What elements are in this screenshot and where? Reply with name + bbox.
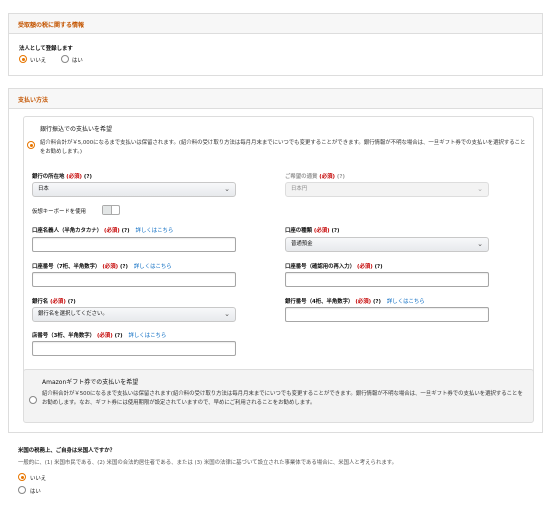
corp-no-radio[interactable] (19, 55, 27, 63)
gift-card-option[interactable]: Amazonギフト券での支払いを希望 紹介料合計が￥500になるまで支払いは保留… (23, 369, 534, 423)
us-yes-radio[interactable] (18, 486, 26, 494)
payment-method-panel: 支払い方法 銀行振込での支払いを希望 紹介料合計が￥5,000になるまで支払いは… (8, 88, 543, 433)
chevron-down-icon: ⌄ (477, 240, 483, 248)
us-person-note: 一般的に、(1) 米国市民である、(2) 米国の合法的居住者である、または (3… (18, 460, 397, 466)
currency-select: 日本円 ⌄ (285, 182, 489, 197)
account-number-confirm-input[interactable] (285, 272, 489, 287)
bank-transfer-option[interactable]: 銀行振込での支払いを希望 紹介料合計が￥5,000になるまで支払いは保留されます… (23, 116, 534, 376)
branch-number-details-link[interactable]: 詳しくはこちら (129, 333, 167, 339)
gift-card-desc: 紹介料合計が￥500になるまで支払いは保留されます(紹介料の受け取り方法は毎月月… (42, 391, 523, 406)
virtual-keyboard-label: 仮想キーボードを使用 (32, 209, 86, 215)
currency-label: ご希望の通貨 (必須) (?) (285, 174, 345, 180)
bank-name-label: 銀行名 (必須) (?) (32, 299, 76, 305)
account-type-label: 口座の種類 (必須) (?) (285, 228, 340, 234)
us-no-label[interactable]: いいえ (30, 474, 46, 482)
corp-yes-radio[interactable] (61, 55, 69, 63)
bank-name-select[interactable]: 銀行名を選択してください。 ⌄ (32, 307, 236, 322)
corp-question: 法人として登録します (19, 46, 73, 52)
us-no-radio[interactable] (18, 473, 26, 481)
chevron-down-icon: ⌄ (224, 310, 230, 318)
chevron-down-icon: ⌄ (477, 185, 483, 193)
bank-country-label: 銀行の所在地 (必須) (?) (32, 174, 92, 180)
chevron-down-icon: ⌄ (224, 185, 230, 193)
gift-card-radio[interactable] (29, 396, 37, 404)
bank-transfer-heading: 銀行振込での支払いを希望 (40, 126, 113, 133)
account-number-input[interactable] (32, 272, 236, 287)
bank-transfer-desc: 紹介料合計が￥5,000になるまで支払いは保留されます。(紹介料の受け取り方法は… (40, 140, 526, 155)
account-number-label: 口座番号（7桁、半角数字） (必須) (?) 詳しくはこちら (32, 264, 172, 270)
bank-country-value: 日本 (38, 186, 49, 192)
account-holder-details-link[interactable]: 詳しくはこちら (136, 228, 174, 234)
payment-method-header: 支払い方法 (9, 89, 542, 109)
bank-transfer-radio[interactable] (27, 141, 35, 149)
virtual-keyboard-toggle[interactable] (102, 205, 120, 215)
us-person-question: 米国の税務上、ご自身は米国人ですか？ (18, 448, 116, 454)
account-type-value: 普通預金 (291, 241, 313, 247)
account-holder-input[interactable] (32, 237, 236, 252)
tax-info-header: 受取額の税に関する情報 (9, 14, 542, 34)
corp-yes-label[interactable]: はい (72, 56, 83, 64)
us-yes-label[interactable]: はい (30, 487, 41, 495)
bank-country-select[interactable]: 日本 ⌄ (32, 182, 236, 197)
account-holder-label: 口座名義人（半角カタカナ） (必須) (?) 詳しくはこちら (32, 228, 174, 234)
tax-info-panel: 受取額の税に関する情報 法人として登録します いいえ はい (8, 13, 543, 76)
bank-code-input[interactable] (285, 307, 489, 322)
payment-method-title: 支払い方法 (18, 97, 49, 104)
toggle-knob (103, 206, 112, 214)
account-number-details-link[interactable]: 詳しくはこちら (134, 264, 172, 270)
corp-no-label[interactable]: いいえ (30, 56, 46, 64)
gift-card-heading: Amazonギフト券での支払いを希望 (42, 379, 139, 386)
branch-number-label: 店番号（3桁、半角数字） (必須) (?) 詳しくはこちら (32, 333, 167, 339)
account-type-select[interactable]: 普通預金 ⌄ (285, 237, 489, 252)
currency-value: 日本円 (291, 186, 308, 192)
bank-name-placeholder: 銀行名を選択してください。 (38, 311, 108, 317)
account-number-confirm-label: 口座番号（確認用の再入力） (必須) (?) (285, 264, 383, 270)
tax-info-title: 受取額の税に関する情報 (18, 22, 85, 29)
bank-code-details-link[interactable]: 詳しくはこちら (387, 299, 425, 305)
bank-code-label: 銀行番号（4桁、半角数字） (必須) (?) 詳しくはこちら (285, 299, 425, 305)
branch-number-input[interactable] (32, 341, 236, 356)
